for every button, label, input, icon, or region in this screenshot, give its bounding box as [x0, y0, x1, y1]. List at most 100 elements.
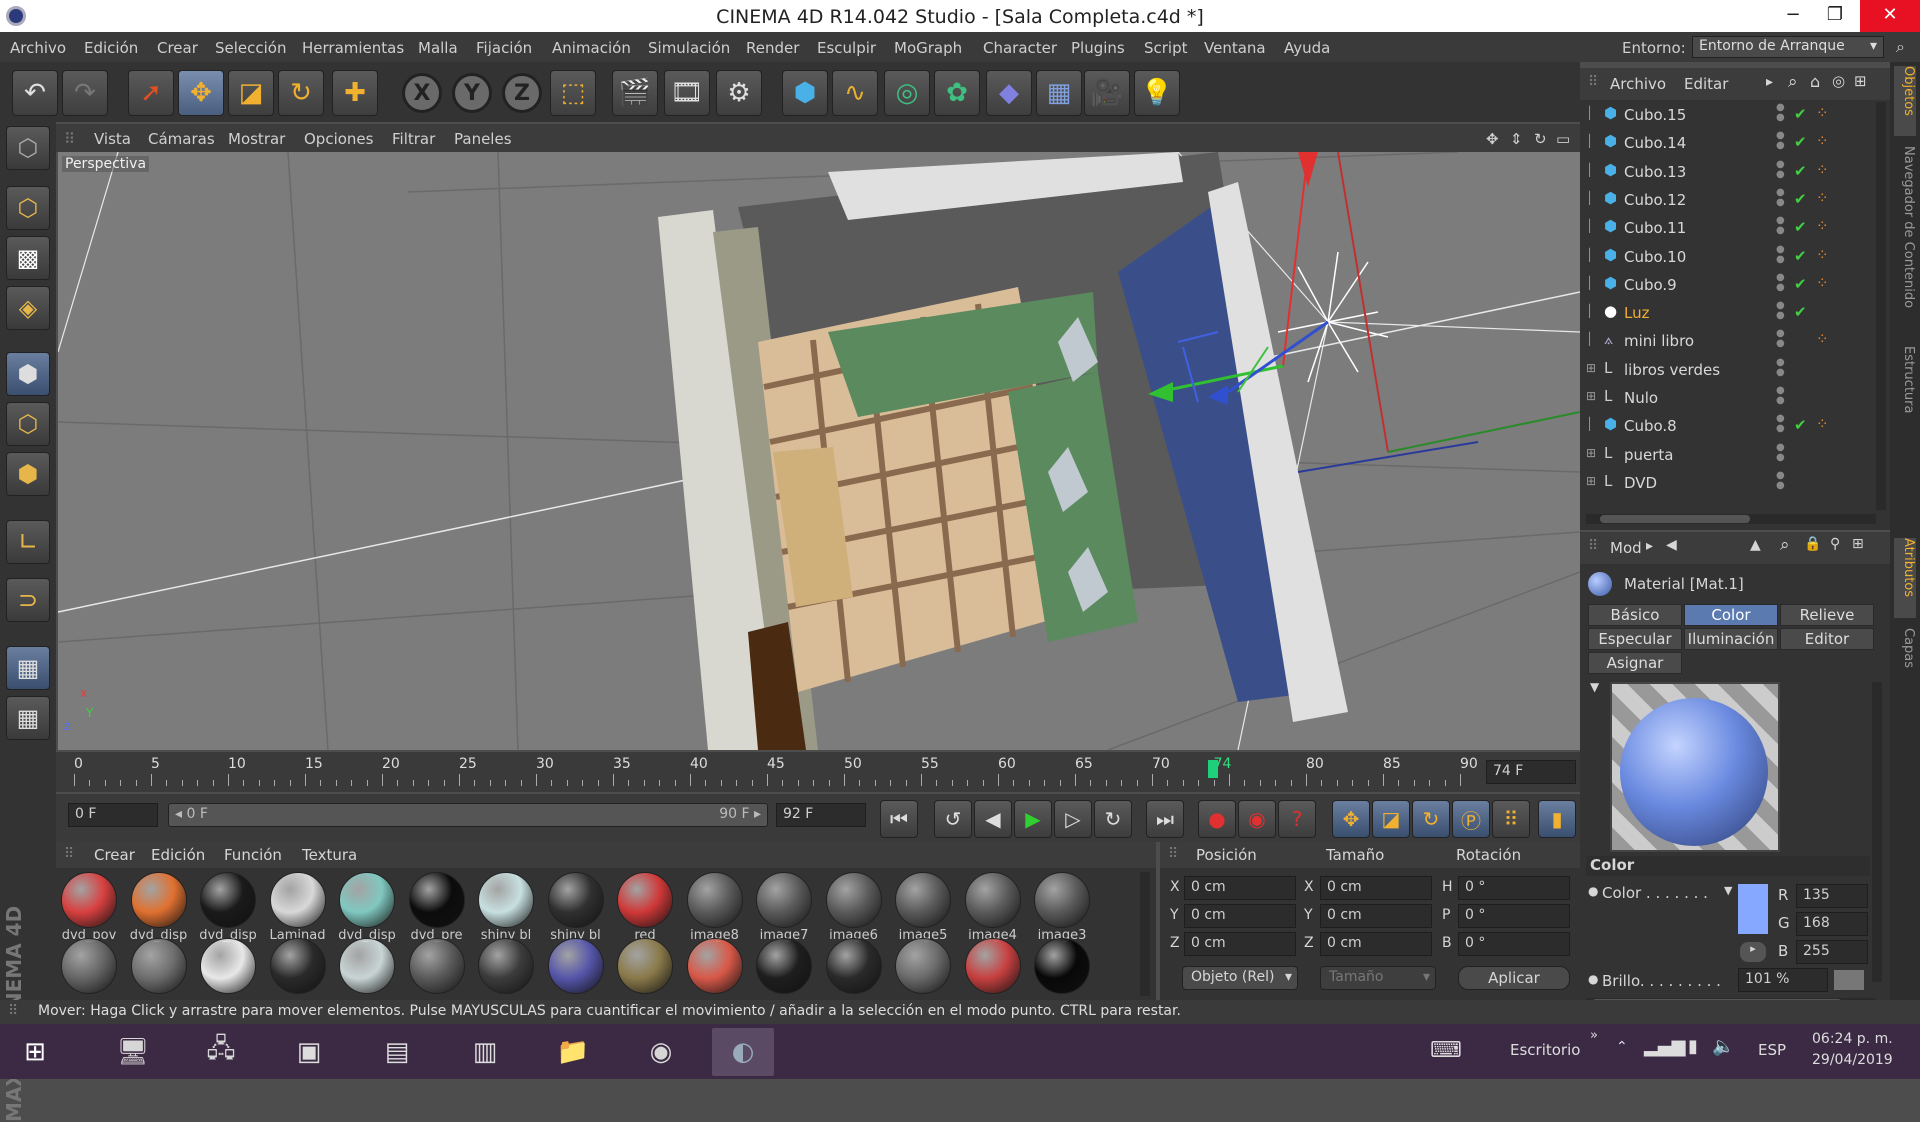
g-field[interactable]: 168: [1796, 912, 1868, 936]
taskbar-app-powershell[interactable]: ▣: [278, 1028, 340, 1076]
object-row[interactable]: │ ⬢ Cubo.15 ● ● ✔ ⁘: [1580, 102, 1870, 128]
chevron-right-icon[interactable]: ▸: [1646, 538, 1653, 554]
enabled-check-icon[interactable]: ✔: [1794, 133, 1807, 151]
maximize-view-icon[interactable]: ▭: [1556, 130, 1570, 148]
visibility-dots-icon[interactable]: ● ●: [1776, 187, 1785, 208]
object-row[interactable]: │ ⟑ mini libro ● ● ⁘: [1580, 328, 1870, 354]
search-icon[interactable]: ⌕: [1788, 72, 1798, 92]
back-arrow-icon[interactable]: ◀: [1666, 537, 1677, 553]
menu-ventana[interactable]: Ventana: [1204, 39, 1266, 57]
menu-herramientas[interactable]: Herramientas: [302, 39, 404, 57]
go-to-end-button[interactable]: ⏭: [1146, 800, 1184, 838]
polygons-mode-button[interactable]: ⬢: [6, 452, 50, 496]
material-swatch[interactable]: image7: [753, 872, 815, 943]
clock-time[interactable]: 06:24 p. m.: [1812, 1031, 1893, 1047]
object-list-vscrollbar[interactable]: [1876, 102, 1886, 510]
enabled-check-icon[interactable]: ✔: [1794, 105, 1807, 123]
camera-button[interactable]: 🎥: [1084, 70, 1130, 116]
material-tag-icon[interactable]: ⁘: [1816, 330, 1829, 348]
playhead[interactable]: [1208, 760, 1219, 778]
scale-tool[interactable]: ◪: [228, 70, 274, 116]
menu-character[interactable]: Character: [983, 39, 1057, 57]
side-tab-navegador[interactable]: Navegador de Contenido: [1894, 146, 1916, 316]
search-icon[interactable]: ⌕: [1896, 37, 1905, 57]
make-editable-button[interactable]: ⬡: [6, 126, 50, 170]
object-row[interactable]: ⊞ Ⅼlibros verdes ● ●: [1580, 357, 1870, 383]
object-list-hscrollbar[interactable]: [1586, 514, 1876, 524]
material-swatch[interactable]: [1031, 938, 1093, 994]
points-mode-button[interactable]: ⬢: [6, 352, 50, 396]
visibility-dots-icon[interactable]: ● ●: [1776, 244, 1785, 265]
minimize-button[interactable]: −: [1770, 0, 1816, 32]
menu-animacion[interactable]: Animación: [552, 39, 631, 57]
material-swatch[interactable]: [267, 938, 329, 994]
object-row[interactable]: │ ⬢ Cubo.13 ● ● ✔ ⁘: [1580, 159, 1870, 185]
go-to-prev-keyframe-button[interactable]: ↺: [934, 800, 972, 838]
new-window-icon[interactable]: ⊞: [1852, 536, 1864, 552]
visibility-dots-icon[interactable]: ● ●: [1776, 357, 1785, 378]
spline-button[interactable]: ∿: [832, 70, 878, 116]
material-swatch[interactable]: [684, 938, 746, 994]
tab-especular[interactable]: Especular: [1588, 628, 1682, 650]
rotation-b-field[interactable]: 0 °: [1458, 932, 1570, 956]
object-row[interactable]: │ ⬢ Cubo.12 ● ● ✔ ⁘: [1580, 187, 1870, 213]
pan-view-icon[interactable]: ✥: [1486, 130, 1499, 148]
material-swatch[interactable]: [823, 938, 885, 994]
key-parameter-button[interactable]: Ⓟ: [1452, 800, 1490, 838]
tab-color[interactable]: Color: [1684, 604, 1778, 626]
rotate-view-icon[interactable]: ↻: [1534, 130, 1547, 148]
tab-iluminacion[interactable]: Iluminación: [1684, 628, 1778, 650]
tab-basico[interactable]: Básico: [1588, 604, 1682, 626]
material-swatch[interactable]: [128, 938, 190, 994]
enabled-check-icon[interactable]: ✔: [1794, 190, 1807, 208]
visibility-dots-icon[interactable]: ● ●: [1776, 301, 1785, 321]
expand-icon[interactable]: ⊞: [1586, 389, 1596, 403]
object-menu-archivo[interactable]: Archivo: [1610, 75, 1666, 93]
scroll-thumb[interactable]: [1600, 515, 1750, 523]
search-icon[interactable]: ⌕: [1780, 535, 1790, 555]
object-row[interactable]: ⊞ Ⅼpuerta ● ●: [1580, 442, 1870, 468]
menu-seleccion[interactable]: Selección: [215, 39, 287, 57]
key-scale-button[interactable]: ◪: [1372, 800, 1410, 838]
material-tag-icon[interactable]: ⁘: [1816, 132, 1829, 150]
tab-editor[interactable]: Editor: [1780, 628, 1874, 650]
r-field[interactable]: 135: [1796, 884, 1868, 908]
record-keys-button[interactable]: ●: [1198, 800, 1236, 838]
nurbs-button[interactable]: ◎: [884, 70, 930, 116]
viewport-menu-paneles[interactable]: Paneles: [454, 130, 512, 148]
menu-archivo[interactable]: Archivo: [10, 39, 66, 57]
go-to-next-keyframe-button[interactable]: ↻: [1094, 800, 1132, 838]
material-swatch[interactable]: [336, 938, 398, 994]
object-row[interactable]: │ ⬢ Cubo.9 ● ● ✔ ⁘: [1580, 272, 1870, 298]
viewport-menu-vista[interactable]: Vista: [94, 130, 131, 148]
menu-crear[interactable]: Crear: [157, 39, 198, 57]
up-arrow-icon[interactable]: ▲: [1750, 537, 1761, 553]
material-scrollbar[interactable]: [1140, 872, 1150, 996]
brightness-field[interactable]: 101 %: [1738, 968, 1828, 992]
language-indicator[interactable]: ESP: [1758, 1041, 1786, 1059]
enabled-check-icon[interactable]: ✔: [1794, 303, 1807, 321]
menu-ayuda[interactable]: Ayuda: [1284, 39, 1330, 57]
new-window-icon[interactable]: ⊞: [1854, 72, 1867, 90]
object-row[interactable]: ⊞ Ⅼ Nulo ● ●: [1580, 385, 1870, 411]
attribute-vscrollbar[interactable]: [1872, 682, 1882, 982]
edges-mode-button[interactable]: ⬡: [6, 402, 50, 446]
timeline-window-button[interactable]: ▮: [1538, 800, 1576, 838]
material-swatch[interactable]: [892, 938, 954, 994]
keyframe-selection-button[interactable]: ?: [1278, 800, 1316, 838]
material-swatch[interactable]: [58, 938, 120, 994]
close-button[interactable]: ✕: [1860, 0, 1920, 32]
tab-relieve[interactable]: Relieve: [1780, 604, 1874, 626]
visibility-dots-icon[interactable]: ● ●: [1776, 216, 1785, 236]
material-tag-icon[interactable]: ⁘: [1816, 415, 1829, 433]
viewport-menu-mostrar[interactable]: Mostrar: [228, 130, 285, 148]
size-z-field[interactable]: 0 cm: [1320, 932, 1432, 956]
keyboard-icon[interactable]: ⌨: [1430, 1038, 1462, 1063]
visibility-dots-icon[interactable]: ● ●: [1776, 159, 1785, 180]
taskbar-app-cmd[interactable]: ▤: [366, 1028, 428, 1076]
perspective-viewport[interactable]: x Y z Perspectiva: [58, 152, 1580, 750]
enabled-check-icon[interactable]: ✔: [1794, 416, 1807, 434]
visibility-dots-icon[interactable]: ● ●: [1776, 470, 1785, 491]
rotation-p-field[interactable]: 0 °: [1458, 904, 1570, 928]
material-swatch[interactable]: [197, 938, 259, 994]
